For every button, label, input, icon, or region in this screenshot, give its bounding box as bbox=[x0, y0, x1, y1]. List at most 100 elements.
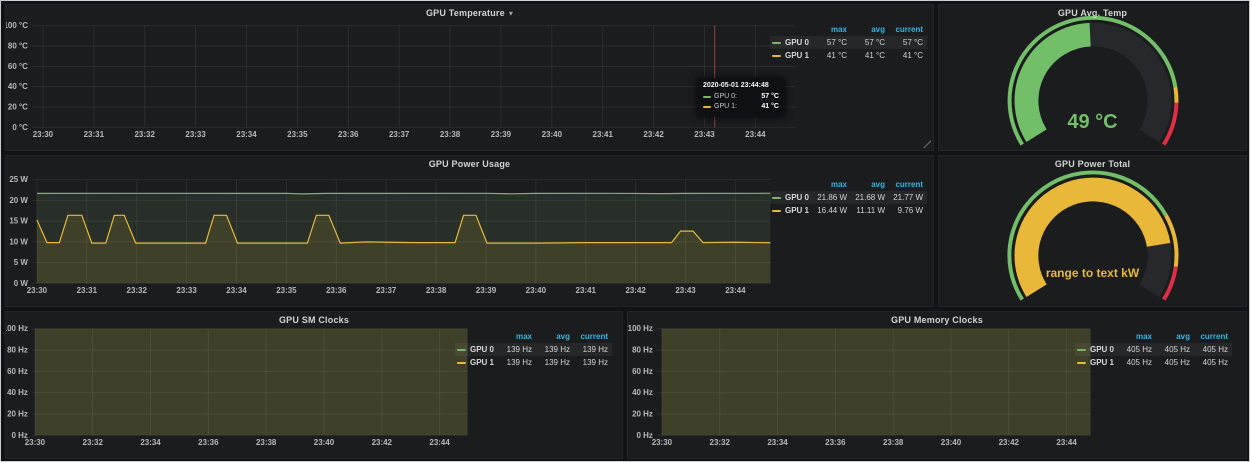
legend-value: 405 Hz bbox=[1118, 343, 1156, 356]
legend-series-name[interactable]: GPU 1 bbox=[785, 51, 809, 60]
panel-menu-caret-icon[interactable]: ▾ bbox=[509, 9, 513, 18]
sm-clocks-legend: maxavgcurrentGPU 0139 Hz139 Hz139 HzGPU … bbox=[455, 330, 612, 369]
legend-series-cell: GPU 1 bbox=[770, 49, 813, 62]
series-marker-icon bbox=[703, 106, 711, 108]
y-tick-label: 100 Hz bbox=[628, 324, 653, 333]
legend-series-row: GPU 021.86 W21.68 W21.77 W bbox=[770, 191, 927, 204]
legend-column-header-current[interactable]: current bbox=[1194, 330, 1232, 343]
tooltip-series-value: 57 °C bbox=[761, 92, 779, 102]
x-tick-label: 23:30 bbox=[27, 286, 48, 295]
legend-column-header-max[interactable]: max bbox=[813, 178, 851, 191]
x-tick-label: 23:34 bbox=[236, 130, 257, 139]
tooltip-time: 2020-05-01 23:44:48 bbox=[703, 82, 779, 89]
temperature-legend: maxavgcurrentGPU 057 °C57 °C57 °CGPU 141… bbox=[770, 23, 927, 62]
legend-column-header-avg[interactable]: avg bbox=[536, 330, 574, 343]
legend-series-name[interactable]: GPU 0 bbox=[785, 193, 809, 202]
y-tick-label: 60 Hz bbox=[7, 367, 28, 376]
x-tick-label: 23:30 bbox=[25, 438, 46, 447]
gauge-threshold-ring bbox=[1175, 87, 1176, 103]
x-tick-label: 23:36 bbox=[338, 130, 359, 139]
legend-column-header-max[interactable]: max bbox=[498, 330, 536, 343]
x-tick-label: 23:40 bbox=[542, 130, 563, 139]
series-marker-icon bbox=[703, 96, 711, 98]
legend-series-row: GPU 1139 Hz139 Hz139 Hz bbox=[455, 356, 612, 369]
series-marker-icon bbox=[772, 55, 781, 57]
series-marker-icon bbox=[772, 197, 781, 199]
panel-gpu-power-total: GPU Power Total range to text kW bbox=[938, 155, 1247, 307]
legend-value: 139 Hz bbox=[574, 343, 612, 356]
panel-gpu-memory-clocks: GPU Memory Clocks 100 Hz80 Hz60 Hz40 Hz2… bbox=[627, 311, 1247, 459]
panel-resize-handle[interactable] bbox=[922, 139, 931, 148]
x-tick-label: 23:33 bbox=[185, 130, 206, 139]
x-tick-label: 23:34 bbox=[226, 286, 247, 295]
x-tick-label: 23:30 bbox=[652, 438, 673, 447]
legend-value: 405 Hz bbox=[1156, 343, 1194, 356]
x-tick-label: 23:41 bbox=[593, 130, 614, 139]
legend-series-name[interactable]: GPU 0 bbox=[470, 345, 494, 354]
legend-header-spacer bbox=[770, 178, 813, 191]
y-tick-label: 100 °C bbox=[6, 21, 28, 30]
panel-title-text: GPU Temperature bbox=[426, 8, 505, 18]
series-marker-icon bbox=[772, 42, 781, 44]
legend-column-header-current[interactable]: current bbox=[889, 23, 927, 36]
legend-series-cell: GPU 0 bbox=[455, 343, 498, 356]
legend-series-name[interactable]: GPU 0 bbox=[1090, 345, 1114, 354]
y-tick-label: 100 Hz bbox=[6, 324, 28, 333]
legend-series-name[interactable]: GPU 0 bbox=[785, 38, 809, 47]
panel-gpu-temperature: GPU Temperature▾ 100 °C80 °C60 °C40 °C20… bbox=[5, 4, 934, 151]
panel-title-gpu-power-total[interactable]: GPU Power Total bbox=[939, 159, 1246, 169]
x-tick-label: 23:36 bbox=[326, 286, 347, 295]
legend-series-cell: GPU 0 bbox=[770, 191, 813, 204]
panel-title-gpu-power-usage[interactable]: GPU Power Usage bbox=[6, 159, 933, 169]
legend-value: 139 Hz bbox=[574, 356, 612, 369]
panel-title-gpu-temperature[interactable]: GPU Temperature ▾ bbox=[6, 8, 933, 18]
legend-column-header-max[interactable]: max bbox=[1118, 330, 1156, 343]
legend-series-name[interactable]: GPU 1 bbox=[785, 206, 809, 215]
legend-series-cell: GPU 0 bbox=[1075, 343, 1118, 356]
y-tick-label: 5 W bbox=[14, 258, 29, 267]
panel-title-text: GPU SM Clocks bbox=[279, 315, 349, 325]
graph-tooltip: 2020-05-01 23:44:48 GPU 0: 57 °C GPU 1: … bbox=[697, 78, 785, 117]
x-tick-label: 23:33 bbox=[176, 286, 197, 295]
x-tick-label: 23:36 bbox=[198, 438, 219, 447]
x-tick-label: 23:40 bbox=[941, 438, 962, 447]
legend-series-name[interactable]: GPU 1 bbox=[470, 358, 494, 367]
y-tick-label: 0 °C bbox=[12, 123, 28, 132]
legend-column-header-current[interactable]: current bbox=[574, 330, 612, 343]
legend-value: 139 Hz bbox=[498, 356, 536, 369]
legend-series-row: GPU 141 °C41 °C41 °C bbox=[770, 49, 927, 62]
legend-value: 21.86 W bbox=[813, 191, 851, 204]
legend-column-header-avg[interactable]: avg bbox=[851, 178, 889, 191]
series-marker-icon bbox=[457, 349, 466, 351]
x-tick-label: 23:40 bbox=[314, 438, 335, 447]
y-tick-label: 80 Hz bbox=[632, 346, 653, 355]
x-tick-label: 23:42 bbox=[372, 438, 393, 447]
legend-series-cell: GPU 1 bbox=[455, 356, 498, 369]
legend-value: 41 °C bbox=[813, 49, 851, 62]
legend-value: 21.77 W bbox=[889, 191, 927, 204]
x-tick-label: 23:32 bbox=[127, 286, 148, 295]
x-tick-label: 23:38 bbox=[883, 438, 904, 447]
x-tick-label: 23:42 bbox=[643, 130, 664, 139]
panel-title-gpu-sm-clocks[interactable]: GPU SM Clocks bbox=[6, 315, 622, 325]
legend-column-header-max[interactable]: max bbox=[813, 23, 851, 36]
x-tick-label: 23:44 bbox=[429, 438, 450, 447]
panel-title-gpu-avg-temp[interactable]: GPU Avg. Temp bbox=[939, 8, 1246, 18]
y-tick-label: 80 Hz bbox=[7, 346, 28, 355]
legend-header-row: maxavgcurrent bbox=[770, 23, 927, 36]
x-tick-label: 23:32 bbox=[135, 130, 156, 139]
legend-table: maxavgcurrentGPU 057 °C57 °C57 °CGPU 141… bbox=[770, 23, 927, 62]
legend-value: 405 Hz bbox=[1118, 356, 1156, 369]
legend-value: 139 Hz bbox=[536, 356, 574, 369]
x-tick-label: 23:30 bbox=[33, 130, 54, 139]
panel-title-gpu-memory-clocks[interactable]: GPU Memory Clocks bbox=[628, 315, 1246, 325]
legend-value: 57 °C bbox=[813, 36, 851, 49]
legend-column-header-avg[interactable]: avg bbox=[1156, 330, 1194, 343]
y-tick-label: 0 Hz bbox=[637, 431, 653, 440]
legend-column-header-avg[interactable]: avg bbox=[851, 23, 889, 36]
legend-series-name[interactable]: GPU 1 bbox=[1090, 358, 1114, 367]
panel-title-text: GPU Power Usage bbox=[429, 159, 511, 169]
legend-column-header-current[interactable]: current bbox=[889, 178, 927, 191]
legend-table: maxavgcurrent GPU 0 405 Hz405 Hz405 Hz GPU … bbox=[1075, 330, 1232, 369]
tooltip-row: GPU 0: 57 °C bbox=[703, 92, 779, 102]
